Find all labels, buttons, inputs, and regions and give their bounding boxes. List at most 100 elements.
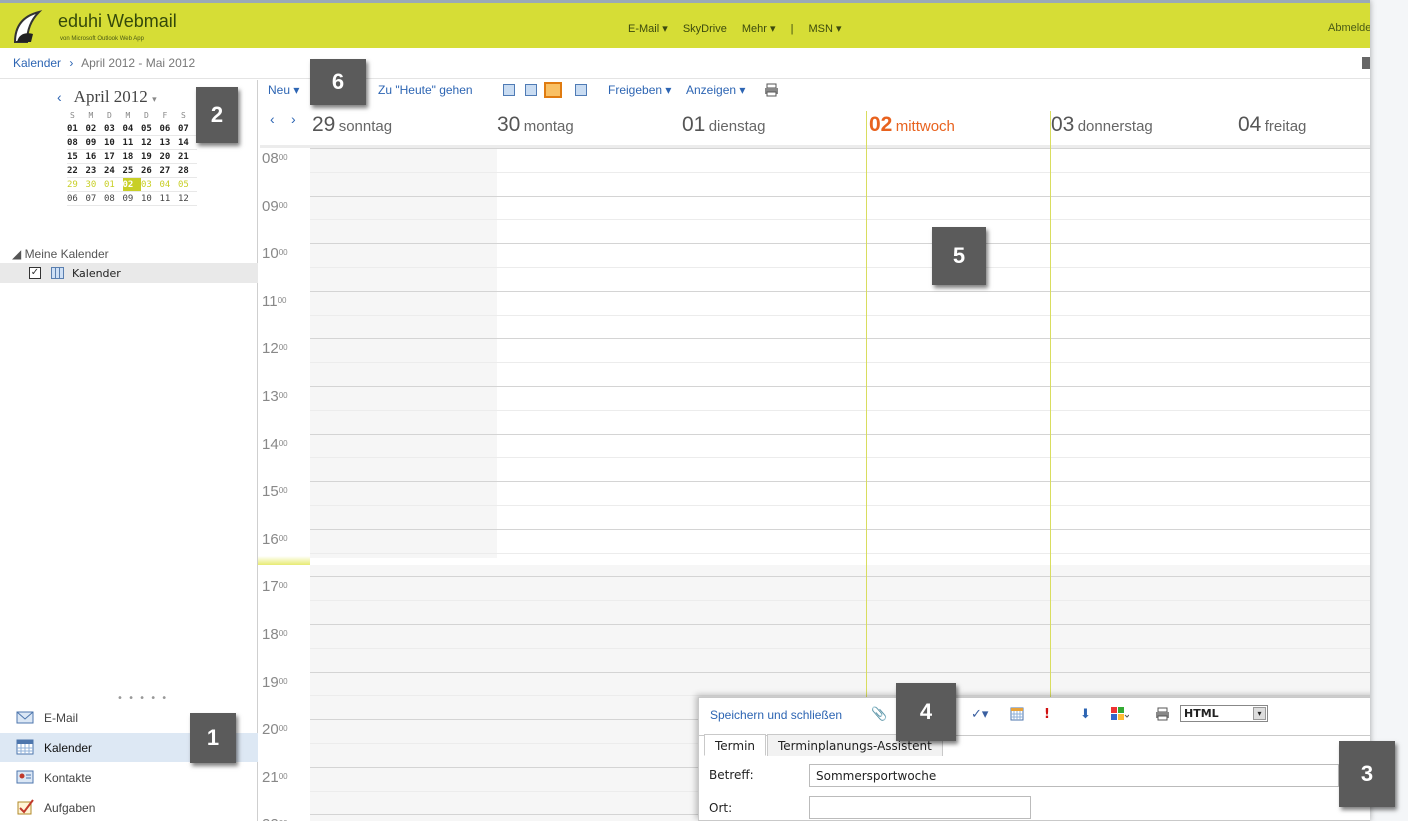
new-button[interactable]: Neu ▾ bbox=[268, 83, 299, 97]
printer-icon[interactable] bbox=[1155, 707, 1170, 725]
mini-day[interactable]: 03 bbox=[104, 122, 123, 135]
mini-day[interactable]: 05 bbox=[141, 122, 160, 135]
mini-day[interactable]: 09 bbox=[123, 192, 142, 205]
mini-day[interactable]: 23 bbox=[86, 164, 105, 177]
mini-day[interactable]: 28 bbox=[178, 164, 197, 177]
mini-day[interactable]: 30 bbox=[86, 178, 105, 191]
mini-day[interactable]: 14 bbox=[178, 136, 197, 149]
mini-calendar-month[interactable]: April 2012 bbox=[74, 87, 148, 106]
mini-day[interactable]: 07 bbox=[178, 122, 197, 135]
logout-link[interactable]: Abmelden bbox=[1328, 22, 1370, 34]
mini-day[interactable]: 24 bbox=[104, 164, 123, 177]
nav-skydrive[interactable]: SkyDrive bbox=[683, 23, 727, 35]
mini-day[interactable]: 01 bbox=[104, 178, 123, 191]
nav-item-contacts[interactable]: Kontakte bbox=[0, 763, 258, 792]
low-importance-icon[interactable]: ⬇ bbox=[1080, 707, 1091, 722]
mini-day[interactable]: 09 bbox=[86, 136, 105, 149]
next-week-button[interactable]: › bbox=[291, 111, 296, 127]
prev-week-button[interactable]: ‹ bbox=[270, 111, 275, 127]
format-select[interactable]: HTML ▾ bbox=[1180, 705, 1268, 722]
mini-day[interactable]: 13 bbox=[160, 136, 179, 149]
mini-day[interactable]: 04 bbox=[123, 122, 142, 135]
mini-calendar-week: 01 02 03 04 05 06 07 bbox=[67, 122, 197, 136]
print-icon-top[interactable] bbox=[1362, 57, 1370, 69]
mini-day[interactable]: 04 bbox=[160, 178, 179, 191]
nav-item-tasks[interactable]: Aufgaben bbox=[0, 793, 258, 821]
breadcrumb-root[interactable]: Kalender bbox=[13, 56, 61, 70]
mini-day[interactable]: 08 bbox=[104, 192, 123, 205]
day-header-sunday[interactable]: 29 sonntag bbox=[312, 113, 392, 137]
mini-day[interactable]: 15 bbox=[67, 150, 86, 163]
mini-day[interactable]: 07 bbox=[86, 192, 105, 205]
day-header-thursday[interactable]: 03 donnerstag bbox=[1051, 113, 1153, 137]
day-header-friday[interactable]: 04 freitag bbox=[1238, 113, 1306, 137]
mini-day[interactable]: 11 bbox=[123, 136, 142, 149]
calendar-checkbox[interactable]: ✓ bbox=[29, 267, 41, 279]
mini-day[interactable]: 03 bbox=[141, 178, 160, 191]
high-importance-icon[interactable]: ! bbox=[1044, 707, 1050, 722]
mini-day[interactable]: 12 bbox=[178, 192, 197, 205]
mini-day[interactable]: 27 bbox=[160, 164, 179, 177]
mini-day[interactable]: 06 bbox=[67, 192, 86, 205]
mini-day[interactable]: 12 bbox=[141, 136, 160, 149]
mini-day[interactable]: 02 bbox=[86, 122, 105, 135]
hour-value: 13 bbox=[262, 388, 279, 405]
share-button[interactable]: Freigeben ▾ bbox=[608, 83, 671, 97]
subject-field[interactable]: Sommersportwoche bbox=[809, 764, 1339, 787]
mini-day[interactable]: 19 bbox=[141, 150, 160, 163]
chevron-down-icon[interactable]: ▾ bbox=[1253, 707, 1266, 720]
workweek-view-icon[interactable] bbox=[525, 84, 537, 96]
hour-line bbox=[310, 576, 1370, 578]
hour-line bbox=[310, 671, 1370, 673]
mini-day[interactable]: 17 bbox=[104, 150, 123, 163]
minute-value: 00 bbox=[278, 629, 288, 638]
week-view-icon[interactable] bbox=[544, 82, 562, 98]
mini-calendar-prev-button[interactable]: ‹ bbox=[57, 89, 62, 105]
mini-day[interactable]: 10 bbox=[141, 192, 160, 205]
hour-value: 18 bbox=[262, 626, 279, 643]
hour-value: 22 bbox=[262, 816, 279, 821]
day-number: 03 bbox=[1051, 113, 1075, 136]
mini-day[interactable]: 05 bbox=[178, 178, 197, 191]
tab-appointment[interactable]: Termin bbox=[704, 734, 767, 756]
nav-email[interactable]: E-Mail ▾ bbox=[628, 23, 668, 35]
categorize-icon[interactable] bbox=[1111, 707, 1130, 725]
mini-day[interactable]: 06 bbox=[160, 122, 179, 135]
attachment-icon[interactable]: 📎 bbox=[871, 707, 887, 722]
day-header-monday[interactable]: 30 montag bbox=[497, 113, 574, 137]
view-button[interactable]: Anzeigen ▾ bbox=[686, 83, 745, 97]
spellcheck-icon[interactable]: ✓▾ bbox=[971, 707, 988, 722]
mini-day[interactable]: 25 bbox=[123, 164, 142, 177]
chevron-down-icon[interactable]: ▾ bbox=[152, 94, 157, 104]
mini-day[interactable]: 29 bbox=[67, 178, 86, 191]
month-view-icon[interactable] bbox=[575, 84, 587, 96]
location-field[interactable] bbox=[809, 796, 1031, 819]
mini-day[interactable]: 22 bbox=[67, 164, 86, 177]
go-today-button[interactable]: Zu "Heute" gehen bbox=[378, 83, 473, 97]
schedule-icon[interactable] bbox=[1010, 707, 1024, 725]
mini-day[interactable]: 16 bbox=[86, 150, 105, 163]
mini-day[interactable]: 20 bbox=[160, 150, 179, 163]
mini-day[interactable]: 01 bbox=[67, 122, 86, 135]
mini-day-today[interactable]: 02 bbox=[122, 178, 141, 191]
mini-day[interactable]: 08 bbox=[67, 136, 86, 149]
day-view-icon[interactable] bbox=[503, 84, 515, 96]
mini-day[interactable]: 10 bbox=[104, 136, 123, 149]
mini-day[interactable]: 11 bbox=[160, 192, 179, 205]
printer-icon[interactable] bbox=[764, 83, 779, 97]
mini-day[interactable]: 18 bbox=[123, 150, 142, 163]
calendar-list-label[interactable]: Kalender bbox=[72, 267, 121, 280]
my-calendars-heading[interactable]: ◢ Meine Kalender bbox=[12, 247, 109, 261]
nav-msn[interactable]: MSN ▾ bbox=[809, 23, 842, 35]
save-and-close-button[interactable]: Speichern und schließen bbox=[710, 708, 842, 722]
minute-value: 00 bbox=[278, 486, 288, 496]
hour-label: 1100 bbox=[262, 293, 286, 310]
mini-day[interactable]: 21 bbox=[178, 150, 197, 163]
breadcrumb-current: April 2012 - Mai 2012 bbox=[81, 56, 196, 70]
annotation-badge-6: 6 bbox=[310, 59, 366, 105]
mini-day[interactable]: 26 bbox=[141, 164, 160, 177]
envelope-icon bbox=[16, 711, 34, 724]
nav-more[interactable]: Mehr ▾ bbox=[742, 23, 776, 35]
day-header-tuesday[interactable]: 01 dienstag bbox=[682, 113, 765, 137]
half-hour-line bbox=[310, 171, 1370, 173]
